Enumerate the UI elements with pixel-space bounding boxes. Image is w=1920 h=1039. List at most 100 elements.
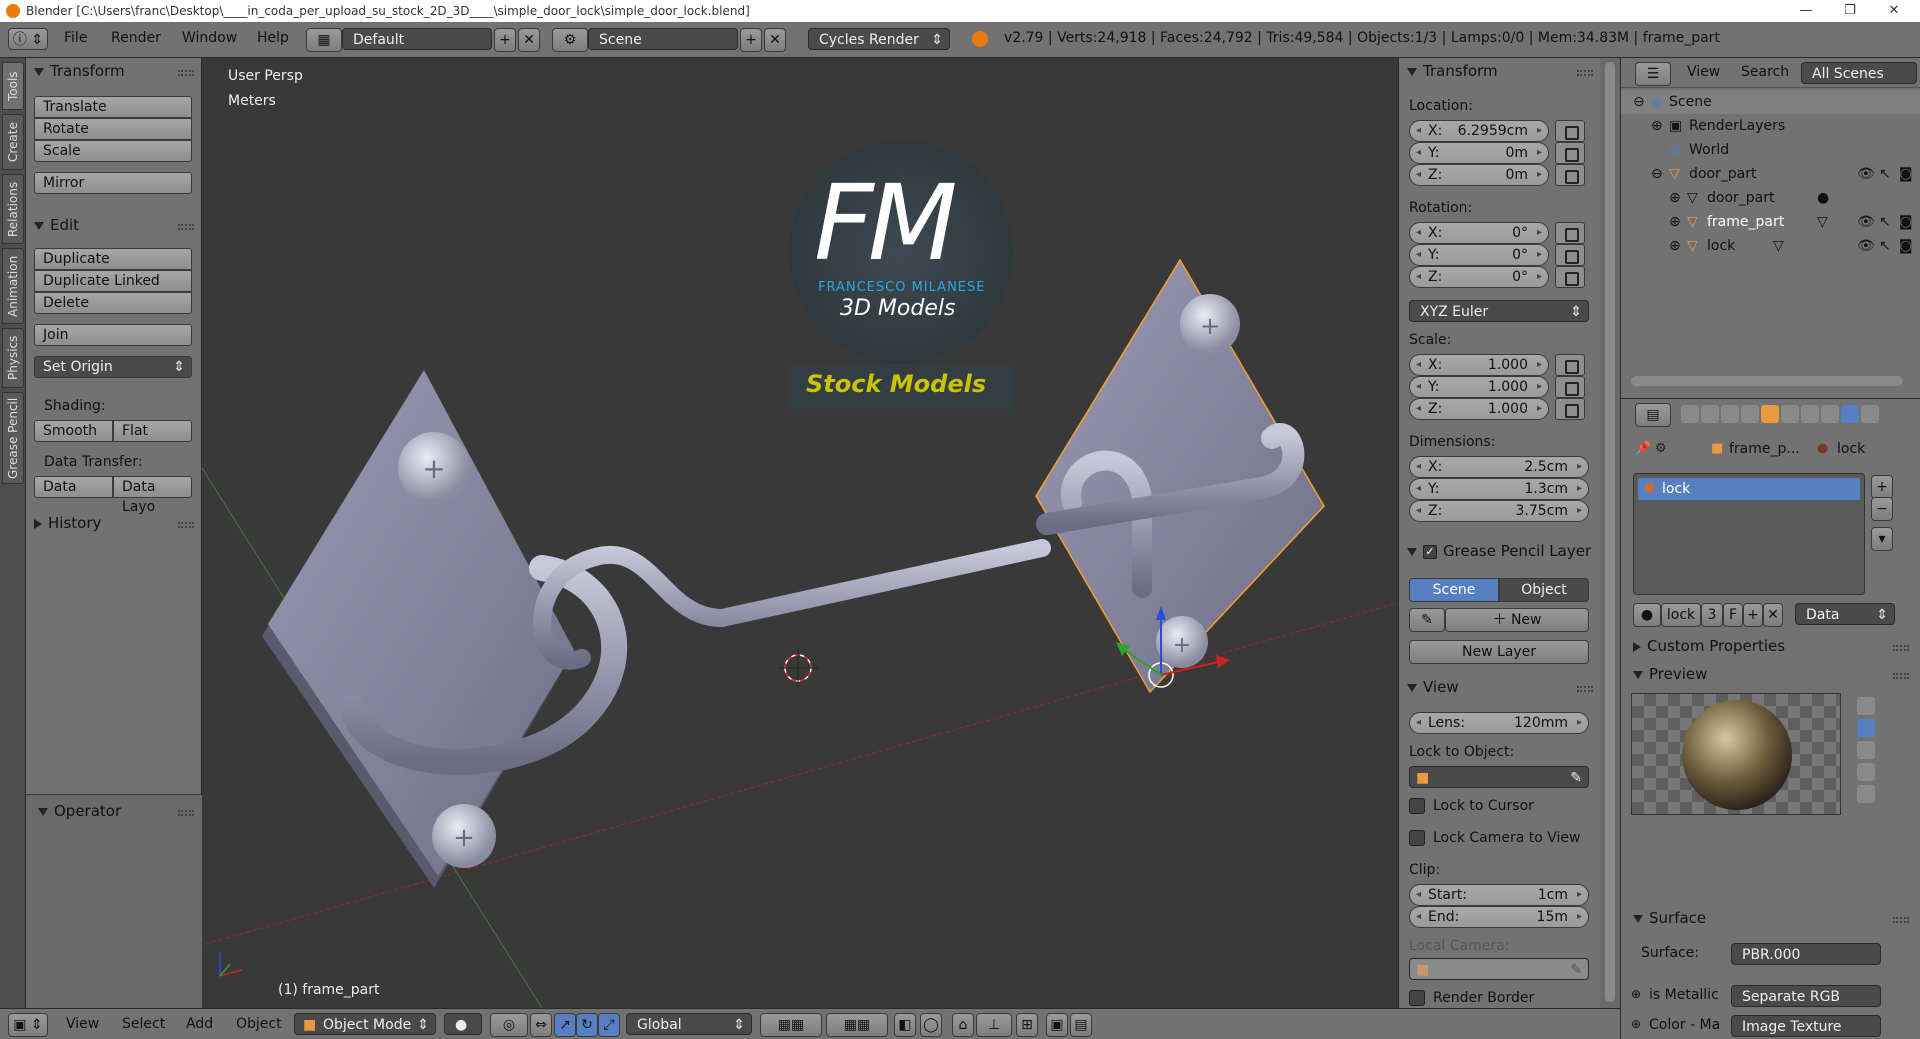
scale-y-field[interactable]: ◂ Y: 1.000 ▸ (1409, 376, 1549, 398)
edit-panel-header[interactable]: Edit (34, 216, 79, 234)
tab-create[interactable]: Create (2, 114, 24, 170)
rotation-x-field[interactable]: ◂ X: 0° ▸ (1409, 222, 1549, 244)
outliner-view-menu[interactable]: View (1687, 64, 1720, 80)
lock-scale-z-icon[interactable] (1555, 398, 1585, 420)
lock-scale-y-icon[interactable] (1555, 376, 1585, 398)
scrollbar-thumb[interactable] (1605, 62, 1615, 1002)
layers-group-1-icon[interactable]: ▦▦ (760, 1013, 822, 1037)
screen-layout-icon[interactable]: ▦ (306, 28, 342, 52)
snap-element-select[interactable]: ⊥ (976, 1013, 1012, 1037)
browse-material-icon[interactable]: ● (1633, 603, 1661, 627)
lock-location-y-icon[interactable] (1555, 142, 1585, 164)
preview-cube-icon[interactable] (1857, 741, 1875, 759)
location-z-field[interactable]: ◂ Z: 0m ▸ (1409, 164, 1549, 186)
render-tab-icon[interactable] (1681, 405, 1699, 423)
outliner-search-menu[interactable]: Search (1741, 64, 1789, 80)
render-layers-tab-icon[interactable] (1701, 405, 1719, 423)
outliner-row-frame-part[interactable]: ⊕ ▽ frame_part ▽ 👁 ↖ ◙ (1621, 210, 1920, 234)
outliner-row-world[interactable]: ◍ World (1621, 138, 1920, 162)
dimension-y-field[interactable]: ◂ Y: 1.3cm ▸ (1409, 478, 1589, 500)
tab-relations[interactable]: Relations (2, 174, 24, 244)
data-layout-button[interactable]: Data Layo (113, 476, 192, 515)
outliner-row-lock[interactable]: ⊕ ▽ lock ▽ 👁 ↖ ◙ (1621, 234, 1920, 258)
preview-hair-icon[interactable] (1857, 785, 1875, 803)
lock-layers-icon[interactable]: ◧ (894, 1013, 916, 1037)
lock-scale-x-icon[interactable] (1555, 354, 1585, 376)
menu-help[interactable]: Help (257, 30, 289, 46)
object-tab-icon[interactable] (1761, 405, 1779, 423)
material-name-field[interactable]: lock (1661, 603, 1701, 627)
expand-icon[interactable]: ⊕ (1669, 186, 1681, 210)
opengl-render-image-icon[interactable]: ▣ (1046, 1013, 1068, 1037)
panel-grip-icon[interactable] (178, 810, 194, 816)
properties-editor-type-icon[interactable]: ▤ (1635, 403, 1671, 427)
panel-grip-icon[interactable] (178, 224, 194, 230)
location-y-field[interactable]: ◂ Y: 0m ▸ (1409, 142, 1549, 164)
menu-add[interactable]: Add (186, 1016, 213, 1032)
material-slot-list[interactable]: ● lock (1633, 473, 1865, 595)
3d-viewport[interactable]: + + + + User Persp Meters (1) frame_part… (202, 58, 1398, 1008)
duplicate-linked-button[interactable]: Duplicate Linked (34, 270, 192, 292)
pivot-point-select[interactable]: ◎ (490, 1013, 528, 1037)
translate-button[interactable]: Translate (34, 96, 192, 118)
rotation-mode-select[interactable]: XYZ Euler ⇕ (1409, 300, 1589, 322)
interaction-mode-select[interactable]: ■ Object Mode ⇕ (294, 1013, 436, 1035)
screen-layout-field[interactable]: Default (342, 28, 492, 50)
unlink-material-button[interactable]: ✕ (1763, 603, 1783, 627)
tab-physics[interactable]: Physics (2, 328, 24, 388)
expand-icon[interactable]: ⊖ (1651, 162, 1663, 186)
manipulator-toggle[interactable]: ⇔ (530, 1013, 552, 1037)
data-tab-icon[interactable] (1821, 405, 1839, 423)
gp-scene-tab[interactable]: Scene (1409, 578, 1499, 602)
snap-target-icon[interactable]: ⊞ (1016, 1013, 1038, 1037)
modifiers-tab-icon[interactable] (1801, 405, 1819, 423)
lens-field[interactable]: ◂ Lens: 120mm ▸ (1409, 712, 1589, 734)
scale-z-field[interactable]: ◂ Z: 1.000 ▸ (1409, 398, 1549, 420)
pin-icon[interactable]: 📌 (1635, 441, 1651, 456)
maximize-button[interactable]: ❐ (1828, 0, 1872, 22)
panel-grip-icon[interactable] (1893, 917, 1909, 923)
menu-view[interactable]: View (66, 1016, 99, 1032)
proportional-edit-icon[interactable]: ◯ (920, 1013, 942, 1037)
preview-flat-icon[interactable] (1857, 697, 1875, 715)
render-camera-icon[interactable]: ◙ (1899, 162, 1913, 186)
material-users-count[interactable]: 3 (1701, 603, 1723, 627)
duplicate-button[interactable]: Duplicate (34, 248, 192, 270)
link-mode-select[interactable]: Data ⇕ (1795, 603, 1895, 625)
render-engine-select[interactable]: Cycles Render ⇕ (808, 28, 950, 50)
join-button[interactable]: Join (34, 324, 192, 346)
add-screen-icon[interactable]: + (494, 28, 516, 52)
surface-panel-header[interactable]: Surface (1633, 909, 1706, 927)
scale-x-field[interactable]: ◂ X: 1.000 ▸ (1409, 354, 1549, 376)
new-layer-button[interactable]: New Layer (1409, 640, 1589, 664)
display-mode-select[interactable]: All Scenes (1801, 62, 1917, 84)
add-slot-button[interactable]: + (1871, 475, 1893, 499)
material-slot-row[interactable]: ● lock (1638, 478, 1860, 500)
panel-grip-icon[interactable] (1893, 673, 1909, 679)
fake-user-toggle[interactable]: F (1723, 603, 1743, 627)
lock-to-cursor-checkbox[interactable] (1409, 798, 1425, 814)
custom-properties-header[interactable]: Custom Properties (1633, 637, 1785, 655)
visibility-eye-icon[interactable]: 👁 (1857, 210, 1875, 234)
grease-pencil-enable-checkbox[interactable]: ✓ (1423, 544, 1437, 559)
lock-camera-to-view-checkbox[interactable] (1409, 830, 1425, 846)
material-tab-icon[interactable] (1841, 405, 1859, 423)
tab-animation[interactable]: Animation (2, 248, 24, 324)
opengl-render-animation-icon[interactable]: ▤ (1070, 1013, 1092, 1037)
expand-icon[interactable]: ⊕ (1651, 114, 1663, 138)
outliner-hscrollbar[interactable] (1631, 376, 1903, 386)
lock-rotation-x-icon[interactable] (1555, 222, 1585, 244)
preview-panel-header[interactable]: Preview (1633, 665, 1707, 683)
render-border-checkbox[interactable] (1409, 990, 1425, 1006)
outliner-editor-type-icon[interactable]: ☰ (1635, 62, 1671, 86)
layers-group-2-icon[interactable]: ▦▦ (826, 1013, 888, 1037)
render-camera-icon[interactable]: ◙ (1899, 210, 1913, 234)
data-transfer-button[interactable]: Data (34, 476, 113, 498)
snap-toggle-icon[interactable]: ⌂ (952, 1013, 974, 1037)
dimension-z-field[interactable]: ◂ Z: 3.75cm ▸ (1409, 500, 1589, 522)
rotate-button[interactable]: Rotate (34, 118, 192, 140)
preview-sphere-icon[interactable] (1857, 719, 1875, 737)
render-camera-icon[interactable]: ◙ (1899, 234, 1913, 258)
set-origin-select[interactable]: Set Origin ⇕ (34, 356, 192, 378)
world-tab-icon[interactable] (1741, 405, 1759, 423)
